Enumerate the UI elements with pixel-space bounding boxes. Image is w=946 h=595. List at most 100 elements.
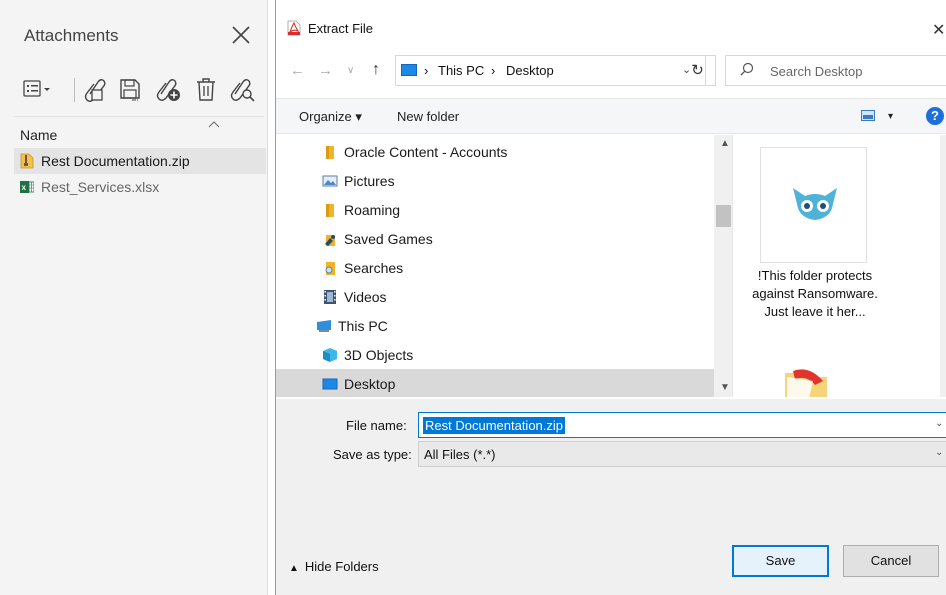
attachment-item-label: Rest_Services.xlsx <box>41 179 160 195</box>
videos-icon <box>324 289 336 304</box>
desktop-icon <box>401 64 417 76</box>
scroll-down-icon[interactable]: ▼ <box>720 382 730 393</box>
new-folder-button[interactable]: New folder <box>397 109 459 124</box>
tree-scrollbar[interactable] <box>714 135 732 397</box>
close-icon[interactable]: ✕ <box>932 20 945 40</box>
desktop-icon <box>322 378 338 389</box>
pdf-icon <box>287 20 301 36</box>
sort-chevron-icon[interactable] <box>208 120 220 128</box>
file-thumbnail-label: !This folder protects against Ransomware… <box>752 268 878 319</box>
options-icon[interactable] <box>20 74 56 104</box>
command-bar: Organize ▾ New folder ▾ ? <box>276 98 946 134</box>
toolbar-separator <box>74 78 75 102</box>
tree-item-label: This PC <box>338 317 388 334</box>
open-attachment-icon[interactable] <box>80 74 108 104</box>
dialog-title: Extract File <box>308 21 374 36</box>
search-input[interactable]: Search Desktop <box>770 64 863 79</box>
close-icon[interactable] <box>230 24 252 46</box>
attachments-toolbar <box>20 74 265 106</box>
back-arrow-icon[interactable]: ← <box>290 62 305 79</box>
forward-arrow-icon[interactable]: → <box>318 62 333 79</box>
view-dropdown-icon[interactable]: ▾ <box>888 111 893 122</box>
breadcrumb-separator: › <box>491 63 496 78</box>
cancel-button[interactable]: Cancel <box>843 545 939 577</box>
owl-logo-icon <box>793 188 837 220</box>
search-attachment-icon[interactable] <box>228 74 256 104</box>
address-bar[interactable]: › This PC › Desktop ⌄ <box>395 55 706 86</box>
tree-scrollbar-thumb[interactable] <box>716 205 731 227</box>
tree-item-label: Roaming <box>344 201 401 218</box>
tree-item[interactable]: This PC <box>276 311 714 340</box>
computer-icon <box>317 319 331 332</box>
tree-item-label: 3D Objects <box>344 346 414 363</box>
chevron-up-icon: ▲ <box>289 563 299 574</box>
tree-item-label: Oracle Content - Accounts <box>344 143 508 160</box>
3d-objects-icon <box>323 347 337 362</box>
file-name-field[interactable]: Rest Documentation.zip ⌄ <box>418 412 946 438</box>
view-options-icon[interactable] <box>861 110 879 122</box>
preview-scrollbar[interactable] <box>940 135 946 397</box>
tree-item[interactable]: 3D Objects <box>276 340 714 369</box>
folder-tree: Oracle Content - Accounts Pictures Roami… <box>276 135 728 397</box>
breadcrumb-separator: › <box>424 63 429 78</box>
attachments-title: Attachments <box>24 26 119 45</box>
name-column-header[interactable]: Name <box>20 127 57 143</box>
attachments-header: Attachments <box>0 0 268 68</box>
attachment-item[interactable]: Rest Documentation.zip <box>14 148 266 174</box>
svg-text:x: x <box>22 183 27 192</box>
extract-file-dialog: Extract File ✕ ← → ∨ ↑ › This PC › Deskt… <box>275 0 946 595</box>
file-thumbnail[interactable] <box>760 147 867 263</box>
chevron-down-icon[interactable]: ⌄ <box>935 418 943 429</box>
breadcrumb-this-pc[interactable]: This PC <box>438 63 484 78</box>
organize-button[interactable]: Organize ▾ <box>299 109 362 125</box>
file-name-value: Rest Documentation.zip <box>423 417 566 434</box>
attachments-list: Rest Documentation.zip x Rest_Services.x… <box>14 148 266 200</box>
tree-item-label: Pictures <box>344 172 395 189</box>
attachment-item[interactable]: x Rest_Services.xlsx <box>14 174 266 200</box>
hide-folders-label: Hide Folders <box>304 559 379 574</box>
attachments-divider <box>14 116 264 117</box>
preview-pane: !This folder protects against Ransomware… <box>732 135 946 397</box>
dialog-footer: File name: Rest Documentation.zip ⌄ Save… <box>276 399 946 595</box>
breadcrumb-desktop[interactable]: Desktop <box>506 63 554 78</box>
tree-item[interactable]: Searches <box>276 253 714 282</box>
zip-icon <box>20 153 34 169</box>
excel-icon: x <box>20 181 34 193</box>
save-as-type-value: All Files (*.*) <box>424 447 496 462</box>
tree-item[interactable]: Roaming <box>276 195 714 224</box>
tree-item[interactable]: Pictures <box>276 166 714 195</box>
attachment-item-label: Rest Documentation.zip <box>41 153 190 169</box>
tree-item-label: Saved Games <box>344 230 433 247</box>
navigation-bar: ← → ∨ ↑ › This PC › Desktop ⌄ ↻ Search D… <box>276 52 946 92</box>
folder-icon <box>326 203 334 217</box>
tree-item[interactable]: Desktop <box>276 369 714 397</box>
search-box[interactable]: Search Desktop <box>725 55 946 86</box>
recent-locations-chevron-icon[interactable]: ∨ <box>347 65 354 76</box>
saved-games-icon <box>325 234 335 246</box>
pictures-icon <box>322 175 338 186</box>
tree-item[interactable]: Oracle Content - Accounts <box>276 137 714 166</box>
add-attachment-icon[interactable] <box>154 74 182 104</box>
folder-thumbnail-icon[interactable] <box>783 367 829 397</box>
file-name-label: File name: <box>346 418 407 433</box>
tree-item-label: Videos <box>344 288 387 305</box>
search-icon <box>740 62 754 76</box>
up-arrow-icon[interactable]: ↑ <box>372 61 380 79</box>
scroll-up-icon[interactable]: ▲ <box>720 138 730 149</box>
attachments-panel: Attachments Name Rest Documentation.zip … <box>0 0 268 595</box>
save-attachment-icon[interactable] <box>116 74 144 104</box>
refresh-icon[interactable]: ↻ <box>680 55 716 86</box>
save-as-type-label: Save as type: <box>333 447 412 462</box>
chevron-down-icon[interactable]: ⌄ <box>935 447 943 458</box>
delete-icon[interactable] <box>192 74 220 104</box>
tree-item-label: Searches <box>344 259 404 276</box>
tree-item[interactable]: Videos <box>276 282 714 311</box>
hide-folders-button[interactable]: ▲ Hide Folders <box>289 559 379 574</box>
folder-icon <box>326 145 334 159</box>
searches-icon <box>325 261 335 275</box>
dialog-titlebar: Extract File ✕ <box>276 0 946 50</box>
save-as-type-select[interactable]: All Files (*.*) ⌄ <box>418 441 946 467</box>
tree-item[interactable]: Saved Games <box>276 224 714 253</box>
help-icon[interactable]: ? <box>926 107 944 125</box>
save-button[interactable]: Save <box>732 545 829 577</box>
